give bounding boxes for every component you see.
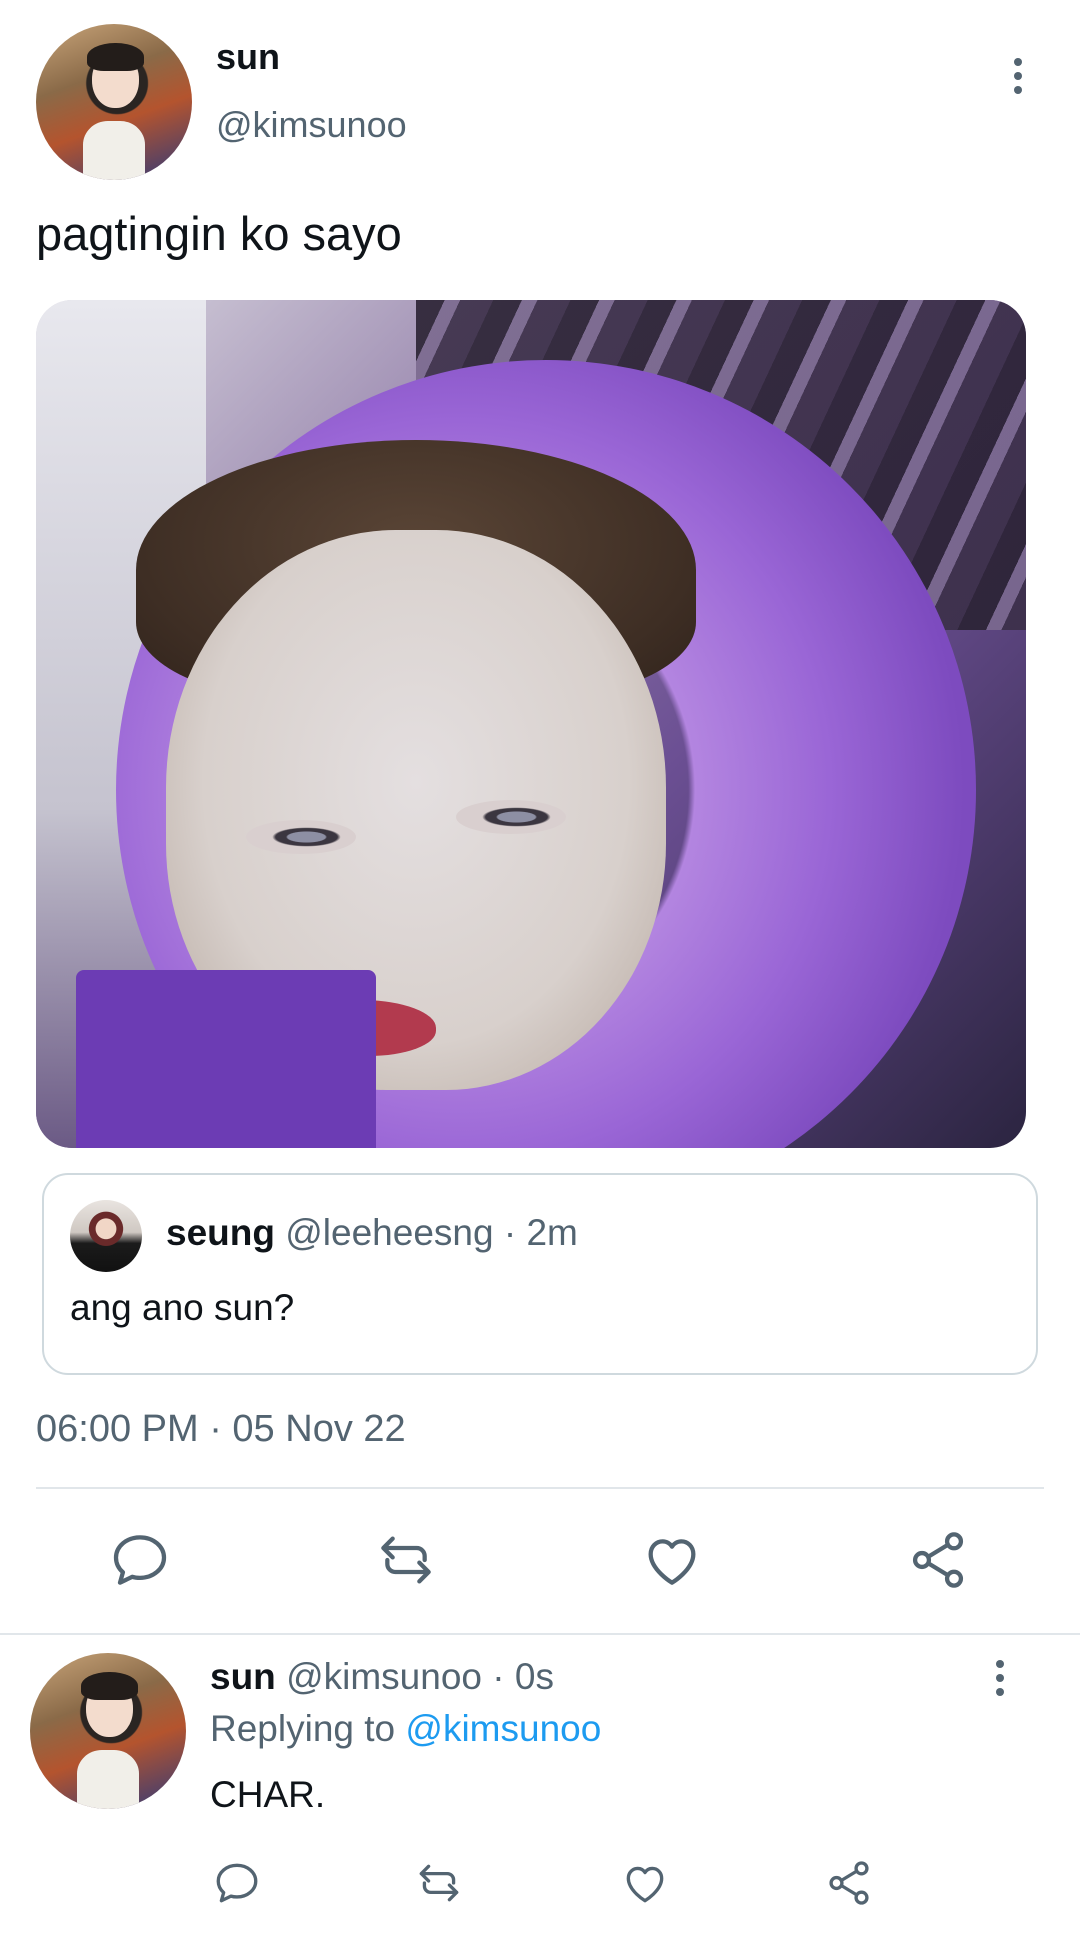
avatar-shirt: [76, 1749, 140, 1809]
divider: [36, 1487, 1044, 1489]
quoted-separator: ·: [493, 1212, 527, 1253]
reply-button[interactable]: [108, 1528, 172, 1592]
more-vertical-icon-dot: [1014, 72, 1022, 80]
quoted-tweet-card[interactable]: [42, 1173, 1038, 1375]
quoted-tweet-meta: seung @leeheesng · 2m: [166, 1212, 578, 1254]
reply-icon: [113, 1535, 167, 1585]
reply-like-button[interactable]: [620, 1858, 670, 1908]
more-options-button[interactable]: [998, 46, 1038, 106]
retweet-icon: [419, 1864, 459, 1902]
retweet-button[interactable]: [374, 1528, 438, 1592]
reply-meta: sun @kimsunoo · 0s: [210, 1656, 554, 1698]
reply-share-button[interactable]: [824, 1858, 874, 1908]
quoted-tweet-text: ang ano sun?: [70, 1287, 295, 1328]
reply-retweet-button[interactable]: [414, 1858, 464, 1908]
avatar[interactable]: [36, 24, 192, 180]
reply-time: 0s: [514, 1656, 554, 1697]
reply-icon: [216, 1863, 258, 1903]
quoted-author-name: seung: [166, 1212, 275, 1253]
reply-reply-button[interactable]: [212, 1858, 262, 1908]
tweet-media-image[interactable]: [36, 300, 1026, 1148]
quoted-author-handle: @leeheesng: [285, 1212, 494, 1253]
more-vertical-icon: [1014, 58, 1022, 66]
share-icon: [829, 1861, 869, 1905]
retweet-icon: [381, 1536, 431, 1584]
like-icon: [648, 1539, 696, 1585]
replying-to-line: Replying to @kimsunoo: [210, 1708, 601, 1750]
tweet-timestamp[interactable]: 06:00 PM · 05 Nov 22: [36, 1408, 406, 1451]
reply-avatar[interactable]: [30, 1653, 186, 1809]
author-handle[interactable]: @kimsunoo: [216, 104, 407, 146]
tweet-text: pagtingin ko sayo: [36, 207, 402, 260]
divider: [0, 1633, 1080, 1635]
avatar-shirt: [82, 120, 146, 180]
like-button[interactable]: [640, 1528, 704, 1592]
tweet-detail-page: sun @kimsunoo pagtingin ko sayo seung @l…: [0, 0, 1080, 1935]
reply-separator: ·: [481, 1656, 515, 1697]
avatar-hair: [81, 1671, 138, 1700]
more-vertical-icon: [996, 1660, 1004, 1668]
replying-prefix: Replying to: [210, 1708, 406, 1749]
more-vertical-icon-dot: [1014, 86, 1022, 94]
reply-text: CHAR.: [210, 1774, 326, 1815]
media-phone: [76, 970, 376, 1148]
share-button[interactable]: [906, 1528, 970, 1592]
media-eye-left: [246, 820, 356, 854]
reply-more-options-button[interactable]: [980, 1648, 1020, 1708]
more-vertical-icon-dot: [996, 1674, 1004, 1682]
media-eye-right: [456, 800, 566, 834]
reply-author-handle[interactable]: @kimsunoo: [286, 1656, 482, 1697]
reply-author-name[interactable]: sun: [210, 1656, 276, 1697]
avatar-hair: [87, 42, 144, 71]
more-vertical-icon-dot: [996, 1688, 1004, 1696]
quoted-avatar: [70, 1200, 142, 1272]
author-name[interactable]: sun: [216, 36, 280, 78]
share-icon: [912, 1532, 964, 1588]
quoted-time: 2m: [526, 1212, 578, 1253]
replying-to-mention[interactable]: @kimsunoo: [405, 1708, 601, 1749]
like-icon: [626, 1866, 664, 1903]
